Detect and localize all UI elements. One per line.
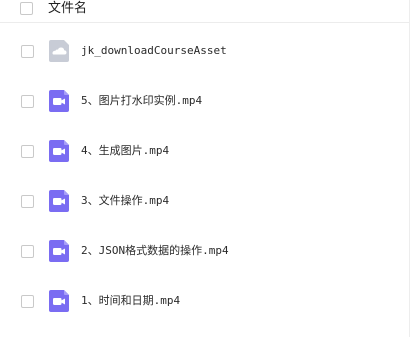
cloud-folder-icon bbox=[48, 39, 70, 63]
scroll-track[interactable] bbox=[409, 0, 415, 337]
file-name[interactable]: 1、时间和日期.mp4 bbox=[81, 294, 180, 308]
row-checkbox[interactable] bbox=[21, 145, 34, 158]
file-row[interactable]: jk_downloadCourseAsset bbox=[0, 27, 405, 77]
video-icon bbox=[48, 289, 70, 313]
file-name[interactable]: jk_downloadCourseAsset bbox=[81, 44, 227, 58]
video-icon bbox=[48, 189, 70, 213]
file-name[interactable]: 3、文件操作.mp4 bbox=[81, 194, 169, 208]
row-checkbox[interactable] bbox=[21, 195, 34, 208]
row-checkbox[interactable] bbox=[21, 45, 34, 58]
file-row[interactable]: 2、JSON格式数据的操作.mp4 bbox=[0, 227, 405, 277]
select-all-checkbox[interactable] bbox=[20, 2, 33, 15]
file-list-header: 文件名 bbox=[0, 0, 415, 23]
column-header-filename[interactable]: 文件名 bbox=[48, 1, 87, 17]
row-checkbox[interactable] bbox=[21, 245, 34, 258]
file-row[interactable]: 4、生成图片.mp4 bbox=[0, 127, 405, 177]
file-name[interactable]: 2、JSON格式数据的操作.mp4 bbox=[81, 244, 229, 258]
video-icon bbox=[48, 89, 70, 113]
video-icon bbox=[48, 239, 70, 263]
file-row[interactable]: 5、图片打水印实例.mp4 bbox=[0, 77, 405, 127]
file-list-page: 文件名 jk_downloadCourseAsset 5、图片打水印实例.mp4 bbox=[0, 0, 415, 337]
row-checkbox[interactable] bbox=[21, 295, 34, 308]
row-checkbox[interactable] bbox=[21, 95, 34, 108]
video-icon bbox=[48, 139, 70, 163]
file-name[interactable]: 4、生成图片.mp4 bbox=[81, 144, 169, 158]
file-row[interactable]: 1、时间和日期.mp4 bbox=[0, 277, 405, 327]
file-row[interactable]: 3、文件操作.mp4 bbox=[0, 177, 405, 227]
file-name[interactable]: 5、图片打水印实例.mp4 bbox=[81, 94, 202, 108]
